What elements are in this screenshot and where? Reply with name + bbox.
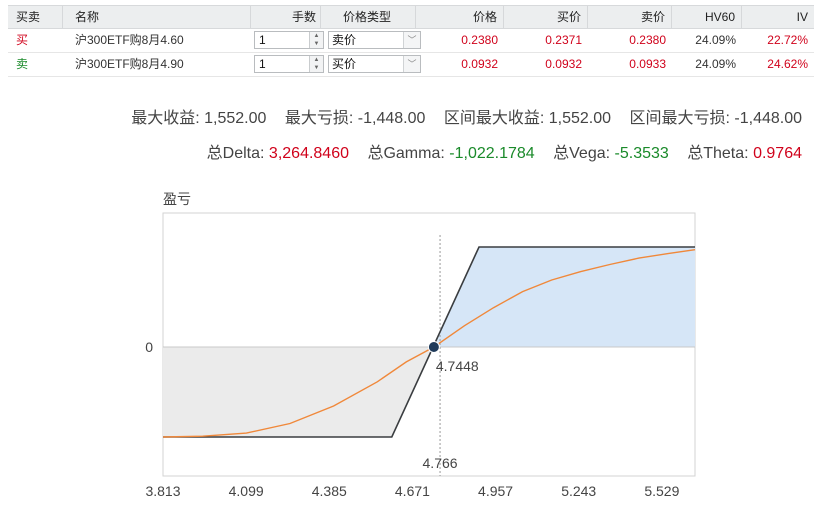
side-cell: 买 [16, 33, 29, 47]
header-hv60[interactable]: HV60 [672, 6, 742, 28]
header-ask[interactable]: 卖价 [588, 6, 672, 28]
x-tick-label: 5.529 [644, 483, 679, 499]
breakeven-marker[interactable] [427, 341, 440, 353]
header-iv[interactable]: IV [742, 6, 814, 28]
range-max-loss-value: -1,448.00 [734, 110, 802, 127]
table-row[interactable]: 卖 沪300ETF购8月4.90 ▲ ▼ 买价 ﹀ 0.0932 0.0932 … [8, 53, 814, 77]
name-cell: 沪300ETF购8月4.90 [75, 57, 184, 71]
bid-cell: 0.2371 [545, 33, 582, 47]
gamma-value: -1,022.1784 [449, 145, 535, 162]
total-delta: 总Delta: 3,264.8460 [207, 145, 349, 162]
x-tick-label: 3.813 [145, 483, 180, 499]
x-tick-label: 4.957 [478, 483, 513, 499]
header-name[interactable]: 名称 [63, 6, 251, 28]
ask-cell: 0.0933 [629, 57, 666, 71]
max-profit: 最大收益: 1,552.00 [131, 110, 266, 127]
payoff-chart[interactable]: 4.7448 4.766 盈亏 0 3.813 4.099 4.385 4.671 4.957 5… [0, 180, 821, 510]
position-table: 买卖 名称 手数 价格类型 价格 买价 卖价 HV60 IV 买 沪300ETF… [8, 5, 814, 77]
range-max-profit-value: 1,552.00 [548, 110, 612, 127]
greeks-summary: 总Delta: 3,264.8460 总Gamma: -1,022.1784 总… [193, 139, 802, 163]
max-profit-value: 1,552.00 [204, 110, 267, 127]
range-max-loss-label: 区间最大亏损: [629, 110, 730, 127]
quantity-input[interactable] [255, 32, 309, 48]
table-row[interactable]: 买 沪300ETF购8月4.60 ▲ ▼ 卖价 ﹀ 0.2380 0.2371 … [8, 29, 814, 53]
spin-buttons[interactable]: ▲ ▼ [309, 56, 323, 72]
gamma-label: 总Gamma: [367, 145, 445, 162]
name-cell: 沪300ETF购8月4.60 [75, 33, 184, 47]
range-max-loss: 区间最大亏损: -1,448.00 [629, 110, 802, 127]
header-side[interactable]: 买卖 [8, 6, 63, 28]
total-theta: 总Theta: 0.9764 [687, 145, 802, 162]
x-tick-label: 5.243 [561, 483, 596, 499]
total-vega: 总Vega: -5.3533 [553, 145, 669, 162]
header-price[interactable]: 价格 [416, 6, 504, 28]
header-price-type[interactable]: 价格类型 [321, 6, 416, 28]
delta-label: 总Delta: [206, 145, 265, 162]
price-type-value: 买价 [332, 57, 357, 71]
delta-value: 3,264.8460 [268, 145, 349, 162]
hv60-cell: 24.09% [695, 57, 736, 71]
spin-down-icon[interactable]: ▼ [310, 64, 323, 72]
spin-buttons[interactable]: ▲ ▼ [309, 32, 323, 48]
header-bid[interactable]: 买价 [504, 6, 588, 28]
max-loss-label: 最大亏损: [284, 110, 354, 127]
quantity-stepper[interactable]: ▲ ▼ [254, 31, 324, 49]
profit-summary: 最大收益: 1,552.00 最大亏损: -1,448.00 区间最大收益: 1… [117, 104, 802, 128]
breakeven-label: 4.7448 [436, 358, 479, 374]
total-gamma: 总Gamma: -1,022.1784 [367, 145, 534, 162]
x-tick-label: 4.099 [229, 483, 264, 499]
max-profit-label: 最大收益: [131, 110, 200, 127]
range-max-profit: 区间最大收益: 1,552.00 [444, 110, 611, 127]
theta-value: 0.9764 [753, 145, 802, 162]
max-loss: 最大亏损: -1,448.00 [285, 110, 426, 127]
header-qty[interactable]: 手数 [251, 6, 321, 28]
bid-cell: 0.0932 [545, 57, 582, 71]
hv60-cell: 24.09% [695, 33, 736, 47]
price-type-value: 卖价 [332, 33, 357, 47]
spin-down-icon[interactable]: ▼ [310, 40, 323, 48]
ask-cell: 0.2380 [629, 33, 666, 47]
price-cell: 0.2380 [461, 33, 498, 47]
loss-area [163, 347, 434, 437]
iv-cell: 22.72% [767, 33, 808, 47]
price-type-select[interactable]: 买价 ﹀ [328, 55, 421, 73]
table-header: 买卖 名称 手数 价格类型 价格 买价 卖价 HV60 IV [8, 5, 814, 29]
spin-up-icon[interactable]: ▲ [310, 32, 323, 40]
current-price-label: 4.766 [423, 455, 458, 471]
side-cell: 卖 [16, 57, 29, 71]
range-max-profit-label: 区间最大收益: [443, 110, 545, 127]
vega-value: -5.3533 [614, 145, 669, 162]
vega-label: 总Vega: [553, 145, 611, 162]
theta-label: 总Theta: [687, 145, 749, 162]
x-tick-label: 4.385 [312, 483, 347, 499]
quantity-stepper[interactable]: ▲ ▼ [254, 55, 324, 73]
y-axis-label: 盈亏 [163, 191, 191, 207]
profit-area [433, 247, 695, 347]
price-cell: 0.0932 [461, 57, 498, 71]
x-tick-label: 4.671 [395, 483, 430, 499]
spin-up-icon[interactable]: ▲ [310, 56, 323, 64]
y-tick-label: 0 [145, 339, 153, 355]
price-type-select[interactable]: 卖价 ﹀ [328, 31, 421, 49]
max-loss-value: -1,448.00 [357, 110, 426, 127]
quantity-input[interactable] [255, 56, 309, 72]
iv-cell: 24.62% [767, 57, 808, 71]
